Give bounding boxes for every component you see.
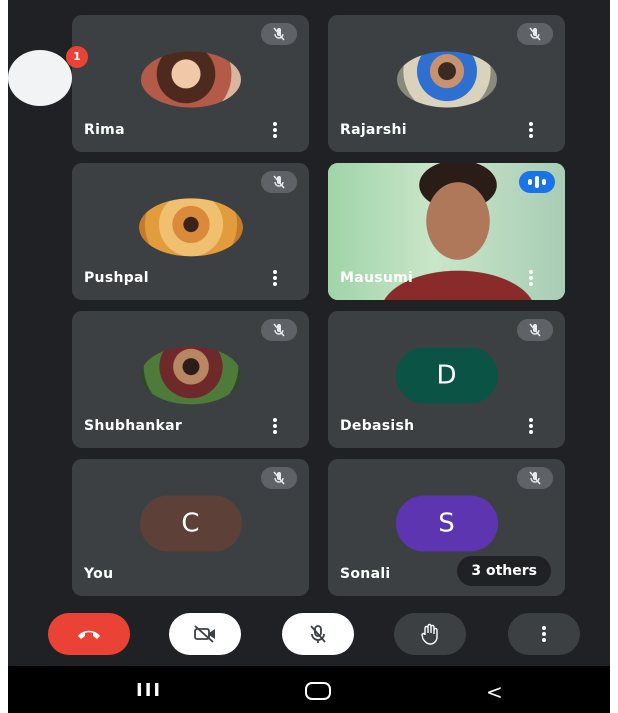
mic-muted-icon <box>261 467 297 489</box>
more-options-icon[interactable] <box>525 120 537 140</box>
raise-hand-icon <box>421 623 438 645</box>
more-options-button[interactable] <box>508 613 580 655</box>
participant-initial-avatar: D <box>395 347 498 404</box>
meet-call-screen: Rima Rajarshi Pushpal Mausumi Shubhankar <box>8 0 610 713</box>
mic-muted-icon <box>517 467 553 489</box>
participant-tile-mausumi[interactable]: Mausumi <box>328 163 565 300</box>
participant-photo <box>140 51 241 108</box>
participant-name: Debasish <box>340 418 415 434</box>
participant-tile-debasish[interactable]: D Debasish <box>328 311 565 448</box>
camera-off-icon <box>194 625 215 643</box>
participant-name: Rajarshi <box>340 122 407 138</box>
mic-muted-icon <box>261 171 297 193</box>
more-options-icon[interactable] <box>269 268 281 288</box>
participant-tile-you[interactable]: C You <box>72 459 309 596</box>
more-vert-icon <box>542 626 546 642</box>
mic-off-icon <box>310 625 326 643</box>
home-icon <box>305 682 331 700</box>
participant-tile-pushpal[interactable]: Pushpal <box>72 163 309 300</box>
floating-self-view[interactable] <box>8 50 72 106</box>
back-button[interactable]: < <box>486 680 503 704</box>
system-navigation-bar: III < <box>8 666 610 713</box>
participant-initial-avatar: C <box>139 495 242 552</box>
participant-name: Pushpal <box>84 270 149 286</box>
more-options-icon[interactable] <box>269 120 281 140</box>
camera-toggle-button[interactable] <box>169 613 241 655</box>
mic-muted-icon <box>517 319 553 341</box>
participant-name: You <box>84 566 114 582</box>
participant-photo <box>138 197 243 256</box>
end-call-button[interactable] <box>48 613 130 655</box>
mic-muted-icon <box>261 23 297 45</box>
home-button[interactable] <box>305 674 331 705</box>
mic-toggle-button[interactable] <box>282 613 354 655</box>
participant-name: Mausumi <box>340 270 414 286</box>
recents-button[interactable]: III <box>136 680 162 701</box>
raise-hand-button[interactable] <box>394 613 466 655</box>
more-options-icon[interactable] <box>525 416 537 436</box>
more-options-icon[interactable] <box>269 416 281 436</box>
participant-name: Sonali <box>340 566 391 582</box>
mic-muted-icon <box>517 23 553 45</box>
participant-initial-avatar: S <box>395 495 498 552</box>
participant-photo <box>396 51 497 108</box>
participant-tile-rima[interactable]: Rima <box>72 15 309 152</box>
speaking-indicator-icon <box>519 171 555 193</box>
participant-name: Rima <box>84 122 125 138</box>
others-button[interactable]: 3 others <box>457 556 551 586</box>
participant-photo <box>140 345 241 404</box>
participant-name: Shubhankar <box>84 418 183 434</box>
mic-muted-icon <box>261 319 297 341</box>
participant-tile-sonali[interactable]: S Sonali 3 others <box>328 459 565 596</box>
participant-tile-shubhankar[interactable]: Shubhankar <box>72 311 309 448</box>
hang-up-icon <box>78 630 100 639</box>
participant-tile-rajarshi[interactable]: Rajarshi <box>328 15 565 152</box>
notification-badge: 1 <box>66 46 88 68</box>
more-options-icon[interactable] <box>525 268 537 288</box>
